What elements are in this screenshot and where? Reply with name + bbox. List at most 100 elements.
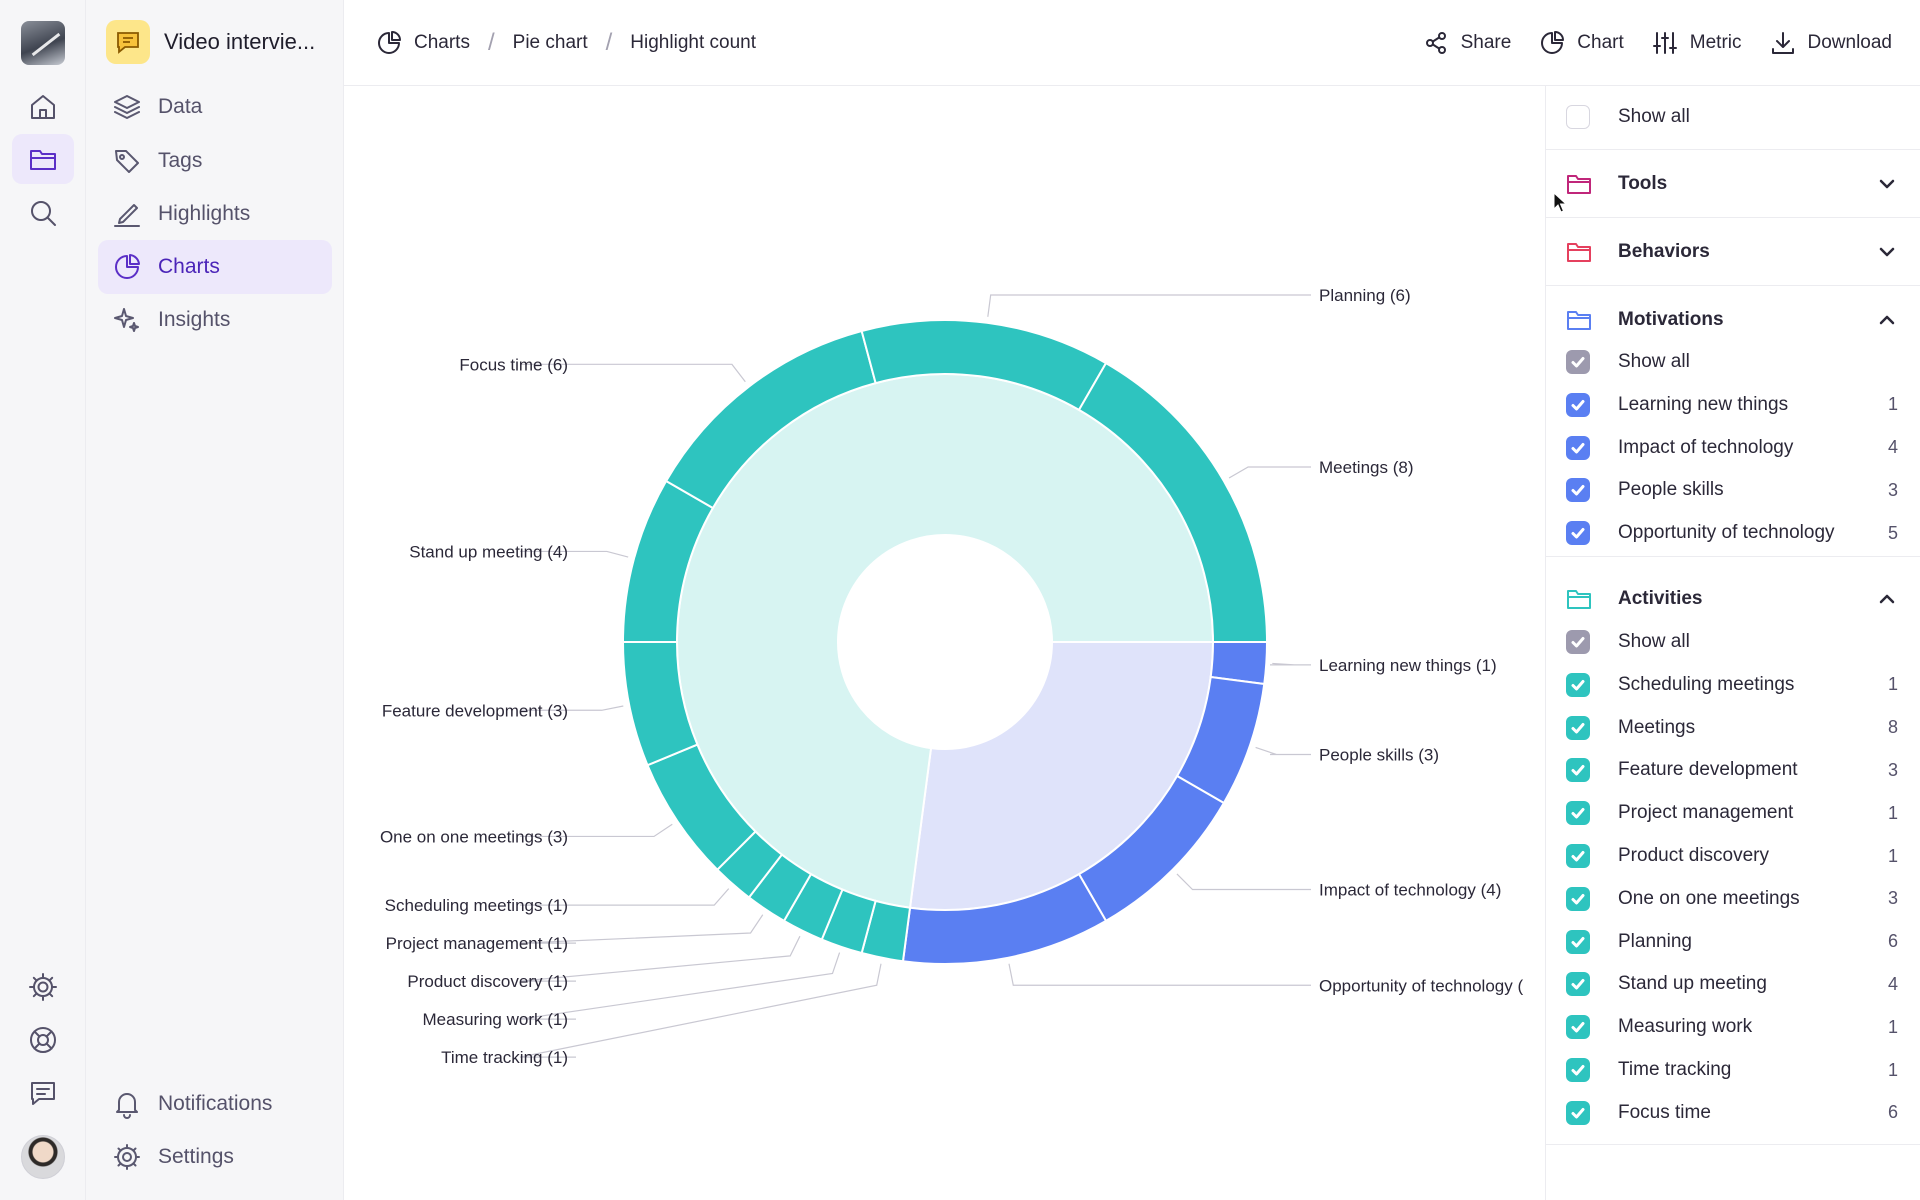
filter-item-count: 8 <box>1887 717 1898 738</box>
slice-label: Scheduling meetings (1) <box>385 896 568 915</box>
chevron-down-icon[interactable] <box>1876 241 1898 263</box>
filter-item[interactable]: Learning new things 1 <box>1566 384 1898 426</box>
filter-item[interactable]: Project management 1 <box>1566 792 1898 834</box>
breadcrumb-charts[interactable]: Charts <box>376 30 470 56</box>
slice-label: Meetings (8) <box>1319 458 1413 477</box>
home-icon[interactable] <box>12 82 74 132</box>
slice-label: Time tracking (1) <box>441 1048 568 1067</box>
filter-item[interactable]: Feature development 3 <box>1566 749 1898 791</box>
show-all-toggle[interactable]: Show all <box>1566 96 1898 138</box>
metric-label: Metric <box>1689 32 1742 53</box>
metric-button[interactable]: Metric <box>1652 30 1742 56</box>
filter-item[interactable]: Focus time 6 <box>1566 1092 1898 1134</box>
sparkles-icon <box>114 308 139 332</box>
filter-item[interactable]: Planning 6 <box>1566 921 1898 963</box>
folder-icon <box>1566 172 1592 196</box>
help-icon[interactable] <box>12 1015 74 1065</box>
divider <box>1546 217 1920 218</box>
section-behaviors[interactable]: Behaviors <box>1566 231 1898 273</box>
checkbox-checked[interactable] <box>1566 801 1590 826</box>
chevron-up-icon[interactable] <box>1876 309 1898 331</box>
checkbox-checked[interactable] <box>1566 844 1590 868</box>
breadcrumb-highlight-count[interactable]: Highlight count <box>630 32 756 54</box>
checkbox[interactable] <box>1566 105 1590 129</box>
sidebar-item-charts[interactable]: Charts <box>98 240 332 294</box>
checkbox-checked[interactable] <box>1566 972 1590 997</box>
leader-line <box>1228 466 1311 479</box>
top-bar: Charts / Pie chart / Highlight count Sha… <box>344 0 1920 86</box>
sidebar-item-label: Highlights <box>158 202 251 225</box>
filter-item-count: 1 <box>1887 845 1898 866</box>
folder-icon[interactable] <box>12 134 74 184</box>
share-button[interactable]: Share <box>1423 30 1511 56</box>
filter-item-label: Focus time <box>1618 1101 1711 1123</box>
show-all-toggle[interactable]: Show all <box>1566 621 1898 663</box>
slice-label: Planning (6) <box>1319 286 1411 305</box>
filter-item[interactable]: Impact of technology 4 <box>1566 427 1898 469</box>
filter-item[interactable]: One on one meetings 3 <box>1566 878 1898 920</box>
sidebar-item-data[interactable]: Data <box>98 80 332 134</box>
section-activities[interactable]: Activities <box>1566 578 1898 620</box>
sunburst-chart: Learning new things (1) People skills (3)… <box>344 86 1545 1200</box>
filter-item-label: Show all <box>1618 351 1690 372</box>
filter-item-count: 1 <box>1887 802 1898 823</box>
search-icon[interactable] <box>12 188 74 238</box>
section-motivations[interactable]: Motivations <box>1566 299 1898 341</box>
section-tools[interactable]: Tools <box>1566 163 1898 205</box>
leader-line <box>1008 963 1311 986</box>
chat-bubble-icon <box>106 20 150 64</box>
checkbox-checked[interactable] <box>1566 715 1590 740</box>
sidebar-item-settings[interactable]: Settings <box>98 1130 332 1184</box>
download-button[interactable]: Download <box>1770 30 1892 56</box>
filter-item[interactable]: Time tracking 1 <box>1566 1049 1898 1091</box>
slice-label: One on one meetings (3) <box>380 827 568 846</box>
checkbox-checked[interactable] <box>1566 392 1590 417</box>
gear-icon <box>114 1144 140 1170</box>
download-icon <box>1771 32 1794 54</box>
checkbox-checked[interactable] <box>1566 1058 1590 1082</box>
checkbox-checked[interactable] <box>1566 1015 1590 1040</box>
filter-item[interactable]: Scheduling meetings 1 <box>1566 664 1898 706</box>
filter-item-label: Feature development <box>1618 759 1798 781</box>
sidebar-item-label: Data <box>158 95 203 118</box>
pie-chart-icon <box>1541 31 1565 54</box>
filter-item[interactable]: Stand up meeting 4 <box>1566 963 1898 1005</box>
sidebar-item-highlights[interactable]: Highlights <box>98 187 332 241</box>
sidebar-item-tags[interactable]: Tags <box>98 134 332 188</box>
checkbox-checked[interactable] <box>1566 758 1590 783</box>
bell-icon <box>116 1093 138 1119</box>
filter-item[interactable]: People skills 3 <box>1566 469 1898 511</box>
checkbox-checked[interactable] <box>1566 350 1590 374</box>
breadcrumb-pie-chart[interactable]: Pie chart <box>513 32 588 54</box>
sidebar-item-notifications[interactable]: Notifications <box>98 1077 332 1131</box>
checkbox-checked[interactable] <box>1566 521 1590 546</box>
settings-icon[interactable] <box>12 962 74 1012</box>
checkbox-checked[interactable] <box>1566 478 1590 503</box>
breadcrumb-separator: / <box>487 29 495 56</box>
show-all-toggle[interactable]: Show all <box>1566 341 1898 383</box>
leader-line <box>1255 746 1311 756</box>
checkbox-checked[interactable] <box>1566 1100 1590 1125</box>
project-header[interactable]: Video intervie... <box>106 20 315 64</box>
slice-label: Impact of technology (4) <box>1319 880 1501 899</box>
filter-item[interactable]: Measuring work 1 <box>1566 1006 1898 1048</box>
chevron-up-icon[interactable] <box>1876 588 1898 610</box>
checkbox-checked[interactable] <box>1566 630 1590 654</box>
checkbox-checked[interactable] <box>1566 435 1590 460</box>
filter-item[interactable]: Opportunity of technology 5 <box>1566 512 1898 554</box>
avatar[interactable] <box>21 1135 65 1179</box>
chevron-down-icon[interactable] <box>1876 173 1898 195</box>
filter-item[interactable]: Meetings 8 <box>1566 707 1898 749</box>
workspace-logo[interactable] <box>21 21 65 65</box>
chart-label: Chart <box>1577 32 1624 53</box>
feedback-icon[interactable] <box>12 1068 74 1118</box>
filter-item-count: 3 <box>1887 479 1898 500</box>
checkbox-checked[interactable] <box>1566 886 1590 911</box>
checkbox-checked[interactable] <box>1566 929 1590 954</box>
filter-item[interactable]: Product discovery 1 <box>1566 835 1898 877</box>
sidebar-item-label: Notifications <box>158 1092 273 1115</box>
leader-line <box>1270 662 1311 666</box>
chart-type-button[interactable]: Chart <box>1539 30 1624 56</box>
checkbox-checked[interactable] <box>1566 672 1590 697</box>
sidebar-item-insights[interactable]: Insights <box>98 293 332 347</box>
